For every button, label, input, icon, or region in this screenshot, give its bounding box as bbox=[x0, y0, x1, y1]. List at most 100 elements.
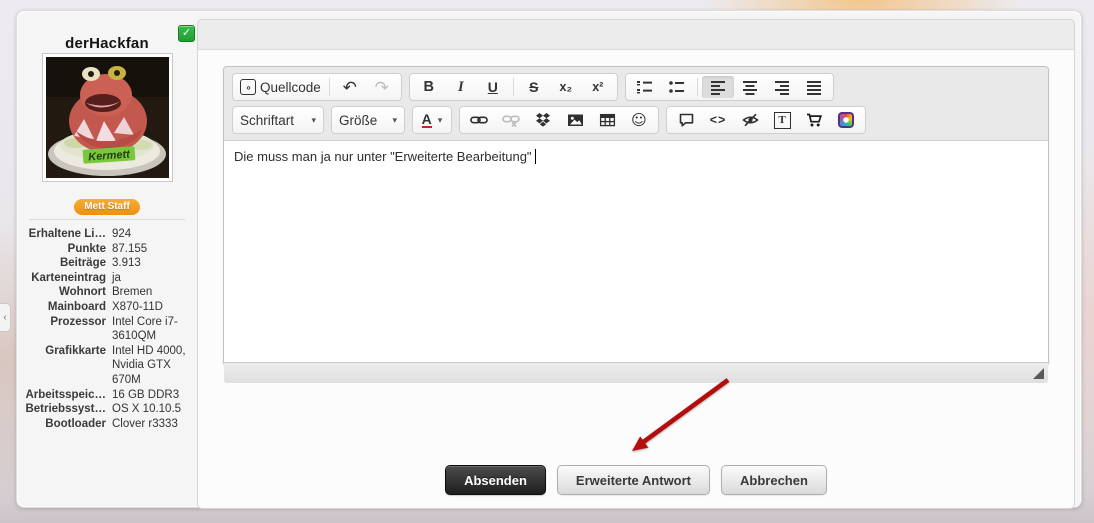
redo-button[interactable]: ↷ bbox=[366, 76, 398, 98]
reply-widget: derHackfan ✓ Kermett Mett Staff Erhalten… bbox=[16, 10, 1082, 509]
stat-row: Mainboard X870-11D bbox=[47, 300, 163, 313]
cancel-button[interactable]: Abbrechen bbox=[721, 465, 827, 495]
toolbar-group-formatting: B I U S x₂ x² bbox=[408, 73, 618, 101]
toolbar-group-insert: ☺ bbox=[459, 106, 659, 134]
shop-button[interactable] bbox=[798, 109, 830, 131]
stat-row: Betriebssyst… OS X 10.10.5 bbox=[25, 403, 182, 416]
forum-reply-screen: ‹ derHackfan ✓ Kermett Mett Staff Erhalt… bbox=[0, 0, 1094, 523]
user-sidebar: derHackfan ✓ Kermett Mett Staff Erhalten… bbox=[17, 11, 197, 507]
resize-handle-icon[interactable] bbox=[1033, 368, 1044, 379]
editor-status-bar bbox=[224, 362, 1048, 383]
link-button[interactable] bbox=[463, 109, 495, 131]
bold-button[interactable]: B bbox=[413, 76, 445, 98]
justify-icon bbox=[806, 81, 821, 95]
form-actions: Absenden Erweiterte Antwort Abbrechen bbox=[198, 465, 1074, 495]
toolbar-group-color: A ▾ bbox=[412, 106, 452, 134]
extended-reply-button[interactable]: Erweiterte Antwort bbox=[556, 465, 711, 495]
stat-row: Wohnort Bremen bbox=[58, 286, 153, 299]
ordered-list-icon bbox=[637, 81, 653, 94]
image-icon bbox=[567, 114, 583, 126]
final-cut-icon bbox=[838, 112, 854, 128]
avatar[interactable]: Kermett bbox=[42, 53, 173, 182]
sidebar-collapse-tab[interactable]: ‹ bbox=[0, 303, 11, 332]
stat-row: Punkte 87.155 bbox=[67, 242, 148, 255]
undo-icon: ↶ bbox=[342, 77, 357, 97]
username-link[interactable]: derHackfan bbox=[17, 35, 197, 52]
dropbox-button[interactable] bbox=[527, 109, 559, 131]
italic-button[interactable]: I bbox=[445, 76, 477, 98]
quote-button[interactable] bbox=[670, 109, 702, 131]
text-frame-button[interactable]: T bbox=[766, 109, 798, 131]
toolbar-group-source: ‹› Quellcode ↶ ↷ bbox=[232, 73, 402, 101]
table-icon bbox=[599, 113, 615, 127]
align-right-icon bbox=[774, 81, 789, 95]
stat-row: Prozessor Intel Core i7-3610QM bbox=[50, 315, 178, 343]
align-left-icon bbox=[710, 81, 725, 95]
link-icon bbox=[470, 116, 488, 124]
insert-table-button[interactable] bbox=[591, 109, 623, 131]
chevron-down-icon: ▾ bbox=[311, 114, 316, 125]
text-color-dropdown[interactable]: A ▾ bbox=[416, 109, 448, 131]
checkmark-icon: ✓ bbox=[181, 27, 192, 39]
redo-icon: ↷ bbox=[374, 77, 389, 97]
align-left-button[interactable] bbox=[701, 76, 734, 98]
text-cursor bbox=[534, 149, 536, 164]
editor-text-area[interactable]: Die muss man ja nur unter "Erweiterte Be… bbox=[224, 141, 1048, 362]
toolbar-separator bbox=[512, 78, 514, 96]
toolbar-group-lists-align bbox=[624, 73, 834, 101]
wysiwyg-editor: ‹› Quellcode ↶ ↷ B I U S x₂ x² Schriftar… bbox=[223, 66, 1049, 383]
font-dropdown[interactable]: Schriftart ▾ bbox=[236, 109, 320, 131]
smiley-icon: ☺ bbox=[631, 111, 647, 129]
chevron-down-icon: ▾ bbox=[392, 114, 397, 125]
align-right-button[interactable] bbox=[766, 76, 798, 98]
bullet-list-button[interactable] bbox=[661, 76, 693, 98]
source-button[interactable]: ‹› Quellcode bbox=[236, 76, 325, 98]
bullet-list-icon bbox=[669, 81, 685, 93]
chevron-down-icon: ▾ bbox=[437, 114, 443, 125]
superscript-button[interactable]: x² bbox=[582, 76, 614, 98]
code-button[interactable]: <> bbox=[702, 109, 734, 131]
insert-image-button[interactable] bbox=[559, 109, 591, 131]
rank-badge: Mett Staff bbox=[74, 199, 140, 215]
align-center-icon bbox=[742, 81, 757, 95]
submit-button[interactable]: Absenden bbox=[445, 465, 546, 495]
spoiler-button[interactable] bbox=[734, 109, 766, 131]
underline-button[interactable]: U bbox=[477, 76, 509, 98]
subscript-button[interactable]: x₂ bbox=[550, 76, 582, 98]
unlink-button[interactable] bbox=[495, 109, 527, 131]
editor-toolbar: ‹› Quellcode ↶ ↷ B I U S x₂ x² Schriftar… bbox=[224, 67, 1048, 141]
ordered-list-button[interactable] bbox=[629, 76, 661, 98]
stat-row: Beiträge 3.913 bbox=[59, 257, 141, 270]
unlink-icon bbox=[502, 115, 520, 128]
stat-row: Erhaltene Li… 924 bbox=[28, 228, 132, 240]
smiley-button[interactable]: ☺ bbox=[623, 109, 655, 131]
text-frame-icon: T bbox=[773, 111, 791, 129]
panel-header-bar bbox=[198, 20, 1074, 50]
strikethrough-button[interactable]: S bbox=[518, 76, 550, 98]
toolbar-group-size: Größe ▾ bbox=[331, 106, 405, 134]
avatar-image: Kermett bbox=[46, 57, 169, 178]
user-select-checkbox[interactable]: ✓ bbox=[178, 25, 195, 42]
toolbar-separator bbox=[328, 78, 330, 96]
source-code-icon: ‹› bbox=[240, 79, 256, 95]
text-color-icon: A bbox=[421, 111, 432, 128]
speech-bubble-icon bbox=[679, 113, 693, 127]
sidebar-divider bbox=[29, 219, 185, 220]
justify-button[interactable] bbox=[798, 76, 830, 98]
chevron-left-icon: ‹ bbox=[3, 312, 7, 323]
toolbar-group-bbcode: <> T bbox=[666, 106, 866, 134]
editor-text: Die muss man ja nur unter "Erweiterte Be… bbox=[234, 149, 532, 164]
align-center-button[interactable] bbox=[734, 76, 766, 98]
stat-row: Grafikkarte Intel HD 4000, Nvidia GTX 670… bbox=[45, 344, 186, 386]
size-dropdown[interactable]: Größe ▾ bbox=[335, 109, 401, 131]
media-button[interactable] bbox=[830, 109, 862, 131]
stat-row: Arbeitsspeic… 16 GB DDR3 bbox=[25, 388, 180, 401]
toolbar-separator bbox=[696, 78, 698, 96]
stat-row: Bootloader Clover r3333 bbox=[45, 417, 178, 430]
user-stats-list: Erhaltene Li… 924 Punkte 87.155 Beiträge 3.… bbox=[22, 227, 192, 431]
undo-button[interactable]: ↶ bbox=[334, 76, 366, 98]
dropbox-icon bbox=[536, 113, 550, 127]
stat-row: Karteneintrag ja bbox=[31, 271, 121, 284]
shopping-cart-icon bbox=[806, 113, 822, 127]
reply-form-panel: ‹› Quellcode ↶ ↷ B I U S x₂ x² Schriftar… bbox=[197, 19, 1075, 509]
